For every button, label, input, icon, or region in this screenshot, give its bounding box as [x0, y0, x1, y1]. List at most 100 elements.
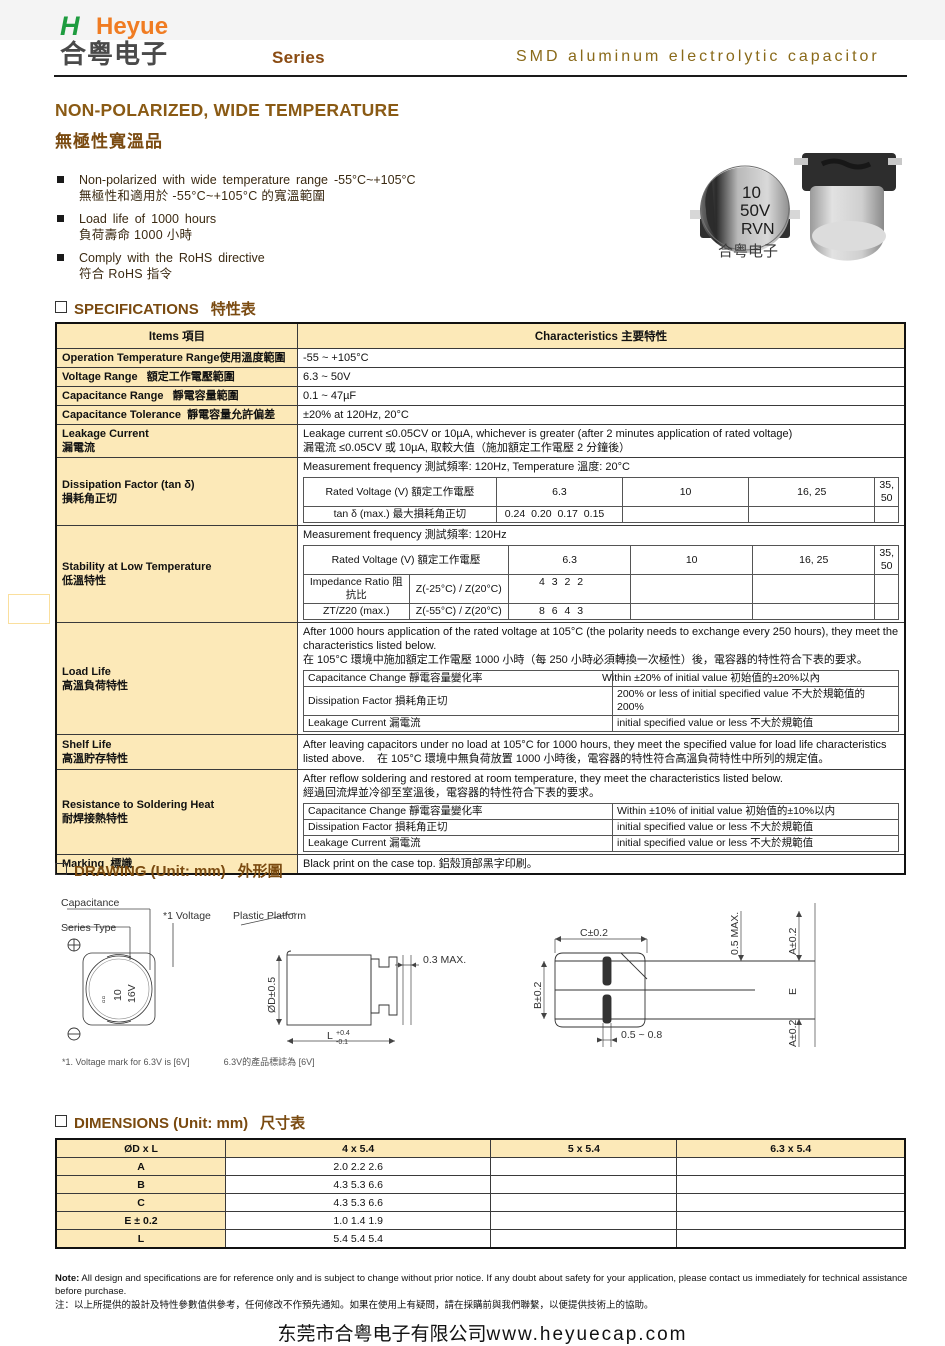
label-en: Capacitance Range	[62, 390, 164, 402]
logo-h-mark: H	[60, 11, 79, 41]
label-en: Load Life	[62, 665, 111, 678]
table-row: C 4.3 5.3 6.6	[55, 1193, 906, 1212]
subtable-row: Dissipation Factor 損耗角正切 initial specifi…	[303, 819, 899, 836]
shelf-life-desc: After leaving capacitors under no load a…	[303, 739, 887, 765]
row-value-capacitance-tolerance: ±20% at 120Hz, 20°C	[297, 405, 906, 425]
footer-website-url[interactable]: www.heyuecap.com	[487, 1324, 688, 1345]
st-voltage-row-label: Rated Voltage (V) 額定工作電壓	[302, 545, 510, 575]
df-voltage-35-50v: 35, 50	[874, 477, 899, 507]
df-voltage-10v: 10	[622, 477, 750, 507]
table-row: Resistance to Soldering Heat 耐焊接熱特性 Afte…	[55, 769, 906, 855]
table-row: Shelf Life 高溫貯存特性 After leaving capacito…	[55, 734, 906, 770]
dimensions-heading-en: DIMENSIONS (Unit: mm)	[74, 1115, 249, 1132]
row-label-dissipation-factor: Dissipation Factor (tan δ) 損耗角正切	[55, 457, 298, 526]
dim-row-label-c: C	[55, 1193, 226, 1212]
table-header-row: Items 項目 Characteristics 主要特性	[55, 322, 906, 349]
dim-row-label-l: L	[55, 1229, 226, 1249]
dim-row-a-v0: 2.0 2.2 2.6	[224, 1157, 492, 1176]
dim-row-b-v0: 4.3 5.3 6.6	[224, 1175, 492, 1194]
header-divider	[54, 75, 907, 77]
resistance-soldering-subtable: Capacitance Change 靜電容量變化率 Within ±10% o…	[303, 803, 899, 852]
table-row: Capacitance Range 靜電容量範圍 0.1 ~ 47µF	[55, 386, 906, 406]
dimensions-table: ØD x L 4 x 5.4 5 x 5.4 6.3 x 5.4 A 2.0 2…	[55, 1138, 906, 1249]
footer-note-en: Note: All design and specifications are …	[55, 1272, 910, 1298]
label-a-dim-bottom: A±0.2	[787, 1019, 799, 1047]
st-voltage-6v3: 6.3	[508, 545, 632, 575]
bullet-square-icon	[57, 215, 64, 222]
svg-text:合粤电子: 合粤电子	[718, 242, 778, 260]
st-values-2: 8 6 4 3	[539, 605, 584, 617]
label-gap: 0.3 MAX.	[423, 954, 466, 966]
rs-item-value-2: initial specified value or less 不大於規範值	[612, 835, 899, 852]
df-voltage-6v3: 6.3	[495, 477, 624, 507]
row-value-shelf-life: After leaving capacitors under no load a…	[297, 734, 906, 770]
subtable-row: tan δ (max.) 最大損耗角正切 0.24 0.20 0.17 0.15	[303, 506, 899, 523]
df-tan-values: 0.24 0.20 0.17 0.15	[504, 508, 605, 520]
df-voltage-16-25v: 16, 25	[748, 477, 876, 507]
table-row: Leakage Current 漏電流 Leakage current ≤0.0…	[55, 424, 906, 458]
label-cn: 靜電容量範圍	[172, 390, 239, 402]
dim-row-label-b: B	[55, 1175, 226, 1194]
rsh-desc-en: After reflow soldering and restored at r…	[303, 773, 783, 785]
svg-text:RVN: RVN	[741, 221, 775, 238]
drawing-heading: DRAWING (Unit: mm) 外形圖	[55, 860, 283, 881]
df-measurement-note: Measurement frequency 測試頻率: 120Hz, Tempe…	[303, 461, 630, 473]
col-items-header: Items 項目	[55, 322, 298, 349]
stability-subtable: Rated Voltage (V) 額定工作電壓 6.3 10 16, 25 3…	[302, 545, 899, 620]
df-tan-empty-1	[622, 506, 750, 523]
st-empty-2a	[630, 603, 754, 620]
rs-item-value-1: initial specified value or less 不大於規範值	[612, 819, 899, 836]
product-photo: 10 50V RVN 合粤电子	[682, 128, 907, 268]
table-row: B 4.3 5.3 6.6	[55, 1175, 906, 1194]
subtable-row: Leakage Current 漏電流 initial specified va…	[303, 835, 899, 852]
df-tan-empty-2	[748, 506, 876, 523]
row-value-resistance-soldering: After reflow soldering and restored at r…	[297, 769, 906, 855]
label-series-type: Series Type	[61, 922, 116, 934]
drawing-footnote-cn: 6.3V的產品標誌為 [6V]	[223, 1057, 315, 1067]
dim-row-c-v0: 4.3 5.3 6.6	[224, 1193, 492, 1212]
label-en: Operation Temperature Range	[62, 352, 220, 364]
drawing-heading-en: DRAWING (Unit: mm)	[74, 863, 226, 880]
subtable-row: Impedance Ratio 阻抗比 Z(-25°C) / Z(20°C) 4…	[303, 574, 899, 604]
table-row: Voltage Range 額定工作電壓範圍 6.3 ~ 50V	[55, 367, 906, 387]
dim-row-b-v2	[676, 1175, 906, 1194]
label-cn: 使用溫度範圍	[219, 352, 286, 364]
row-value-dissipation-factor: Measurement frequency 測試頻率: 120Hz, Tempe…	[297, 457, 906, 526]
label-length-tol-up: +0.4	[336, 1030, 350, 1037]
ll-item-value-2: initial specified value or less 不大於規範值	[612, 715, 899, 732]
dim-row-a-v1	[490, 1157, 678, 1176]
label-diameter: ØD±0.5	[266, 977, 278, 1013]
row-value-operation-temp: -55 ~ +105°C	[297, 348, 906, 368]
st-values-1: 4 3 2 2	[539, 576, 584, 588]
section-square-icon	[55, 301, 67, 313]
row-label-operation-temp: Operation Temperature Range使用溫度範圍	[55, 348, 298, 368]
dim-row-e-v1	[490, 1211, 678, 1230]
page-footer: Note: All design and specifications are …	[55, 1272, 910, 1346]
section-square-icon	[55, 1115, 67, 1127]
company-logo: H Heyue 合粤电子	[60, 11, 250, 69]
row-label-stability: Stability at Low Temperature 低溫特性	[55, 525, 298, 623]
footer-note-prefix: Note:	[55, 1273, 80, 1284]
ll-item-name-2: Leakage Current 漏電流	[303, 715, 613, 732]
label-en: Resistance to Soldering Heat	[62, 799, 215, 811]
row-value-load-life: After 1000 hours application of the rate…	[297, 622, 906, 735]
rsh-desc-cn: 經過回流焊並冷卻至室溫後，電容器的特性符合下表的要求。	[303, 787, 600, 799]
st-values-2-cell: 8 6 4 3	[508, 603, 632, 620]
ll-item-value-0: Within ±20% of initial value 初始值的±20%以內	[602, 672, 821, 684]
label-a-dim-top: A±0.2	[787, 927, 799, 955]
row-label-load-life: Load Life 高溫負荷特性	[55, 622, 298, 735]
row-label-capacitance-range: Capacitance Range 靜電容量範圍	[55, 386, 298, 406]
subtable-row: Rated Voltage (V) 額定工作電壓 6.3 10 16, 25 3…	[303, 477, 899, 507]
label-plastic-platform: Plastic Platform	[233, 910, 306, 922]
st-condition-1: Z(-25°C) / Z(20°C)	[408, 574, 510, 604]
page-header: H Heyue 合粤电子 Series SMD aluminum electro…	[0, 0, 945, 88]
row-value-voltage-range: 6.3 ~ 50V	[297, 367, 906, 387]
row-value-capacitance-range: 0.1 ~ 47µF	[297, 386, 906, 406]
table-row: A 2.0 2.2 2.6	[55, 1157, 906, 1176]
row-value-marking: Black print on the case top. 鋁殼頂部黑字印刷。	[297, 854, 906, 875]
label-en: Dissipation Factor (tan δ)	[62, 478, 195, 491]
df-tan-row-label: tan δ (max.) 最大損耗角正切	[303, 506, 497, 523]
label-cn: 額定工作電壓範圍	[146, 371, 235, 383]
top-view-series-mark: ▫▫	[98, 996, 110, 1003]
footer-company-cn: 东莞市合粤电子有限公司	[277, 1324, 487, 1345]
